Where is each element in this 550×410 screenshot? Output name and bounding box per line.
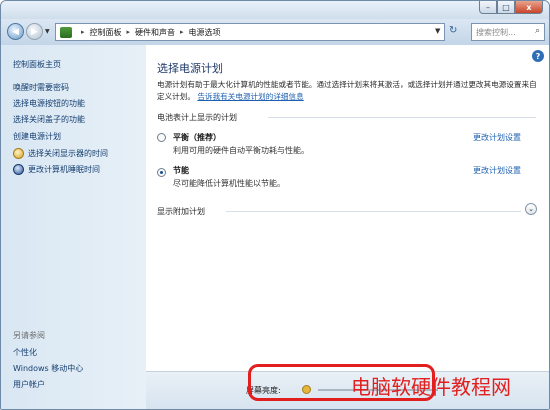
plan-power-saver-description: 尽可能降低计算机性能以节能。 <box>173 179 285 188</box>
display-icon <box>13 148 24 159</box>
plan-balanced-description: 利用可用的硬件自动平衡功耗与性能。 <box>173 146 309 155</box>
minimize-button[interactable]: – <box>479 1 497 14</box>
plan-power-saver-radio[interactable] <box>157 168 166 177</box>
page-title: 选择电源计划 <box>157 62 223 75</box>
see-also-user-accounts[interactable]: 用户帐户 <box>13 379 45 390</box>
breadcrumb-arrow-icon[interactable]: ▸ <box>127 28 131 36</box>
section-divider <box>268 117 536 118</box>
see-also-mobility-center[interactable]: Windows 移动中心 <box>13 363 83 374</box>
plan-balanced-settings-link[interactable]: 更改计划设置 <box>473 132 521 143</box>
section-label-battery-plans: 电池表计上显示的计划 <box>157 113 237 122</box>
search-input[interactable]: 搜索控制... ⌕ <box>471 23 545 41</box>
watermark-text: 电脑软硬件教程网 <box>351 375 511 399</box>
sidebar-item-wake-password[interactable]: 唤醒时需要密码 <box>13 82 69 93</box>
plan-balanced-name[interactable]: 平衡（推荐） <box>173 132 221 143</box>
sidebar: 控制面板主页 唤醒时需要密码 选择电源按钮的功能 选择关闭盖子的功能 创建电源计… <box>1 45 146 409</box>
sidebar-item-sleep-time[interactable]: 更改计算机睡眠时间 <box>28 164 100 175</box>
main-content: ? 选择电源计划 电源计划有助于最大化计算机的性能或者节能。通过选择计划来将其激… <box>146 45 549 371</box>
sidebar-item-display-off[interactable]: 选择关闭显示器的时间 <box>28 148 108 159</box>
close-button[interactable]: x <box>515 1 543 14</box>
sleep-icon <box>13 164 24 175</box>
navigation-bar: ◀ ▶ ▼ ▸ 控制面板 ▸ 硬件和声音 ▸ 电源选项 ▼ ↻ 搜索控制... … <box>1 19 549 45</box>
window-frame: – □ x ◀ ▶ ▼ ▸ 控制面板 ▸ 硬件和声音 ▸ 电源选项 ▼ ↻ 搜索… <box>0 0 550 410</box>
breadcrumb-arrow-icon[interactable]: ▸ <box>81 28 85 36</box>
sidebar-item-power-button[interactable]: 选择电源按钮的功能 <box>13 98 85 109</box>
caption-buttons: – □ x <box>479 1 543 15</box>
sidebar-control-panel-home[interactable]: 控制面板主页 <box>13 59 61 70</box>
maximize-button[interactable]: □ <box>497 1 515 14</box>
recent-pages-icon[interactable]: ▼ <box>45 28 50 35</box>
sidebar-item-create-plan[interactable]: 创建电源计划 <box>13 131 61 142</box>
power-plan-info-link[interactable]: 告诉我有关电源计划的详细信息 <box>197 92 303 101</box>
breadcrumb-arrow-icon[interactable]: ▸ <box>180 28 184 36</box>
help-icon[interactable]: ? <box>532 50 544 62</box>
breadcrumb-control-panel[interactable]: 控制面板 <box>90 27 122 38</box>
chevron-down-icon[interactable]: ⌄ <box>525 203 537 215</box>
section-divider <box>226 211 521 212</box>
address-bar[interactable]: ▸ 控制面板 ▸ 硬件和声音 ▸ 电源选项 <box>55 23 445 41</box>
sidebar-item-lid-close[interactable]: 选择关闭盖子的功能 <box>13 114 85 125</box>
search-icon[interactable]: ⌕ <box>535 26 540 36</box>
refresh-icon[interactable]: ↻ <box>449 25 463 39</box>
plan-balanced-radio[interactable] <box>157 133 166 142</box>
search-placeholder: 搜索控制... <box>476 27 516 37</box>
forward-button[interactable]: ▶ <box>26 23 43 40</box>
see-also-title: 另请参阅 <box>13 331 45 340</box>
page-description: 电源计划有助于最大化计算机的性能或者节能。通过选择计划来将其激活，或选择计划并通… <box>157 79 542 103</box>
back-button[interactable]: ◀ <box>7 23 24 40</box>
breadcrumb-power-options[interactable]: 电源选项 <box>189 27 221 38</box>
address-dropdown-icon[interactable]: ▼ <box>435 27 440 35</box>
breadcrumb-hardware-sound[interactable]: 硬件和声音 <box>135 27 175 38</box>
plan-power-saver-name[interactable]: 节能 <box>173 165 189 176</box>
show-additional-plans-label[interactable]: 显示附加计划 <box>157 206 205 217</box>
plan-power-saver-settings-link[interactable]: 更改计划设置 <box>473 165 521 176</box>
title-bar: – □ x <box>1 1 549 19</box>
see-also-personalization[interactable]: 个性化 <box>13 347 37 358</box>
control-panel-icon <box>60 26 72 38</box>
